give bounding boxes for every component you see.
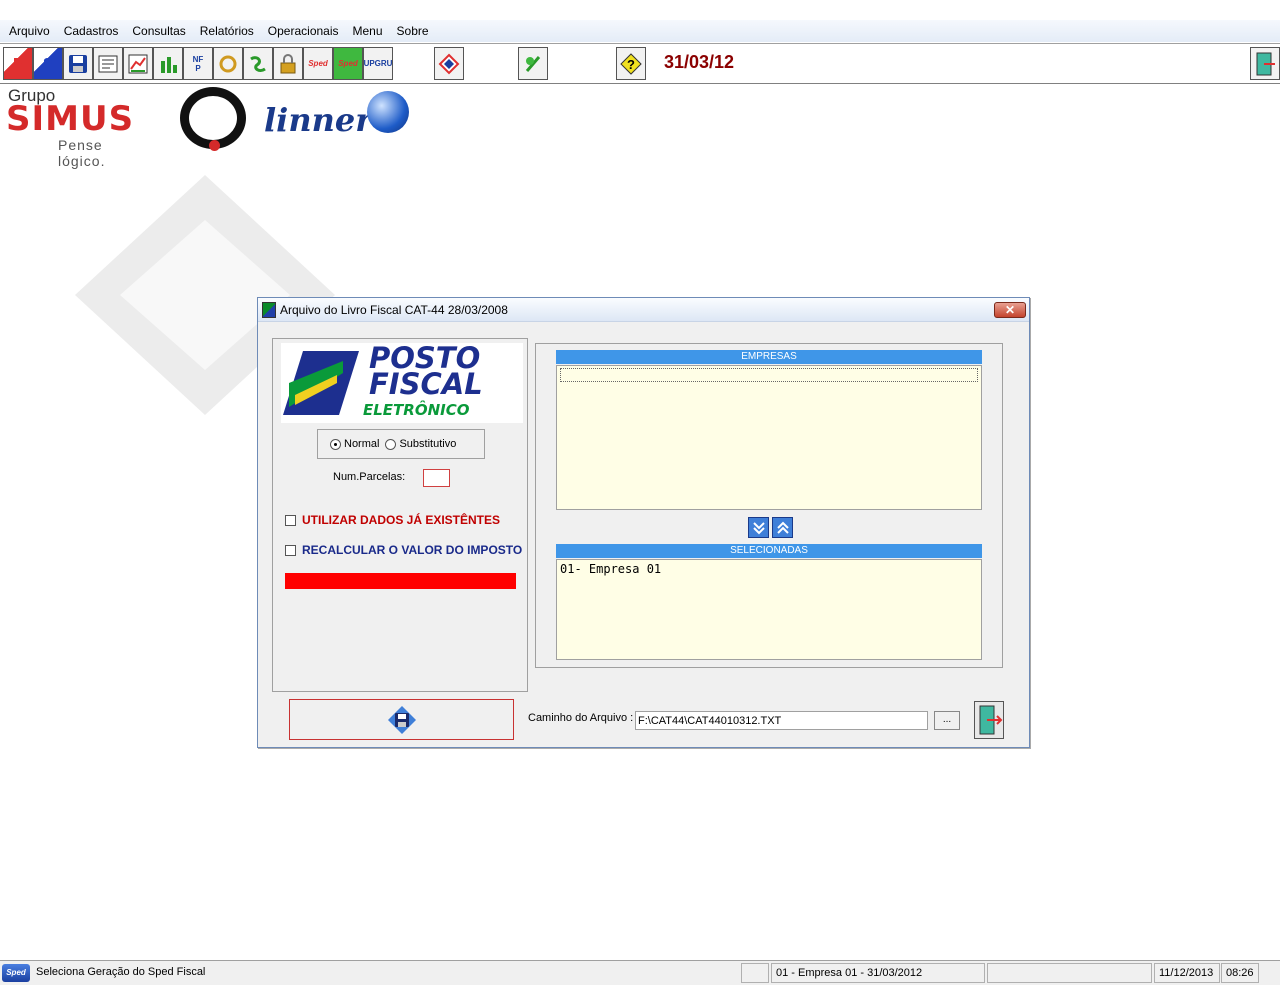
arrow-icon[interactable]: [243, 47, 273, 80]
status-panel-empty: [741, 963, 769, 983]
linner-logo: linner: [264, 101, 373, 139]
empresas-panel: EMPRESAS SELECIONADAS 01- Empresa 01: [535, 343, 1003, 668]
empresas-list[interactable]: [556, 365, 982, 510]
s-icon[interactable]: S: [33, 47, 63, 80]
chevron-double-down-icon: [752, 521, 765, 534]
exit-door-icon[interactable]: [1250, 47, 1280, 80]
plant-icon[interactable]: [518, 47, 548, 80]
upgru-icon[interactable]: UPGRU: [363, 47, 393, 80]
posto-fiscal-flag-icon: [283, 351, 359, 415]
save-icon[interactable]: [63, 47, 93, 80]
num-parcelas-input[interactable]: [423, 469, 450, 487]
posto-fiscal-subtitle: ELETRÔNICO: [363, 401, 470, 419]
e-icon[interactable]: E: [3, 47, 33, 80]
simus-dot-icon: [209, 140, 220, 151]
help-icon[interactable]: ?: [616, 47, 646, 80]
caminho-label: Caminho do Arquivo :: [528, 712, 634, 724]
utilizar-dados-checkbox[interactable]: UTILIZAR DADOS JÁ EXISTÊNTES: [285, 513, 500, 527]
posto-fiscal-logo: POSTO FISCAL ELETRÔNICO: [281, 343, 523, 423]
sped-status-icon: Sped: [2, 964, 30, 982]
recalcular-imposto-box[interactable]: [285, 544, 296, 556]
empresas-header: EMPRESAS: [556, 350, 982, 364]
dialog-titlebar[interactable]: Arquivo do Livro Fiscal CAT-44 28/03/200…: [258, 298, 1029, 322]
linner-globe-icon: [367, 91, 409, 133]
save-icon: [387, 705, 416, 734]
menu-sobre[interactable]: Sobre: [390, 24, 436, 38]
close-button[interactable]: ✕: [994, 302, 1026, 318]
slogan: Pense lógico.: [58, 137, 106, 169]
dialog-app-icon: [262, 301, 276, 318]
num-parcelas-label: Num.Parcelas:: [333, 471, 406, 483]
posto-fiscal-title: POSTO FISCAL: [369, 341, 483, 401]
chevron-double-up-icon: [776, 521, 789, 534]
selecionadas-header: SELECIONADAS: [556, 544, 982, 558]
status-date: 11/12/2013: [1154, 963, 1220, 983]
dialog-title: Arquivo do Livro Fiscal CAT-44 28/03/200…: [280, 302, 508, 317]
radio-substitutivo-dot[interactable]: [385, 438, 397, 450]
menu-operacionais[interactable]: Operacionais: [261, 24, 346, 38]
status-message: Seleciona Geração do Sped Fiscal: [36, 966, 206, 978]
toolbar-date: 31/03/12: [664, 52, 735, 72]
diamond-icon[interactable]: [434, 47, 464, 80]
move-up-button[interactable]: [772, 517, 793, 538]
status-empresa: 01 - Empresa 01 - 31/03/2012: [771, 963, 985, 983]
svg-text:?: ?: [627, 57, 635, 72]
simus-logo: SIMUS: [6, 99, 135, 139]
radio-substitutivo[interactable]: Substitutivo: [385, 438, 456, 450]
list-item[interactable]: 01- Empresa 01: [560, 562, 978, 576]
menu-bar: Arquivo Cadastros Consultas Relatórios O…: [0, 20, 1280, 42]
menu-arquivo[interactable]: Arquivo: [2, 24, 57, 38]
graph-icon[interactable]: [153, 47, 183, 80]
toolbar: E S NF P Sped Sped UPGRU ? 31/03/12: [0, 43, 1280, 84]
exit-button[interactable]: [974, 701, 1004, 739]
sped-icon[interactable]: Sped: [303, 47, 333, 80]
utilizar-dados-box[interactable]: [285, 514, 296, 526]
menu-cadastros[interactable]: Cadastros: [57, 24, 126, 38]
status-time: 08:26: [1221, 963, 1259, 983]
report-icon[interactable]: [93, 47, 123, 80]
status-panel-empty-2: [987, 963, 1152, 983]
nota-fiscal-paulista-icon[interactable]: NF P: [183, 47, 213, 80]
move-down-button[interactable]: [748, 517, 769, 538]
menu-relatorios[interactable]: Relatórios: [193, 24, 261, 38]
options-panel: POSTO FISCAL ELETRÔNICO Normal Substitut…: [272, 338, 528, 692]
refresh-icon[interactable]: [213, 47, 243, 80]
chart-icon[interactable]: [123, 47, 153, 80]
progress-bar: [285, 573, 516, 589]
radio-normal[interactable]: Normal: [330, 438, 379, 450]
generate-save-button[interactable]: [289, 699, 514, 740]
status-bar: Sped Seleciona Geração do Sped Fiscal 01…: [0, 960, 1280, 985]
caminho-input[interactable]: F:\CAT44\CAT44010312.TXT: [635, 711, 928, 730]
menu-consultas[interactable]: Consultas: [125, 24, 192, 38]
radio-normal-dot[interactable]: [330, 438, 341, 450]
exit-door-icon: [979, 705, 1003, 735]
menu-menu[interactable]: Menu: [346, 24, 390, 38]
selecionadas-list[interactable]: 01- Empresa 01: [556, 559, 982, 660]
sped-green-icon[interactable]: Sped: [333, 47, 363, 80]
lock-icon[interactable]: [273, 47, 303, 80]
cat44-dialog: Arquivo do Livro Fiscal CAT-44 28/03/200…: [257, 297, 1030, 748]
tipo-radio-group: Normal Substitutivo: [317, 429, 485, 459]
recalcular-imposto-checkbox[interactable]: RECALCULAR O VALOR DO IMPOSTO: [285, 543, 522, 557]
browse-button[interactable]: ...: [934, 711, 960, 730]
list-item[interactable]: [560, 368, 978, 382]
